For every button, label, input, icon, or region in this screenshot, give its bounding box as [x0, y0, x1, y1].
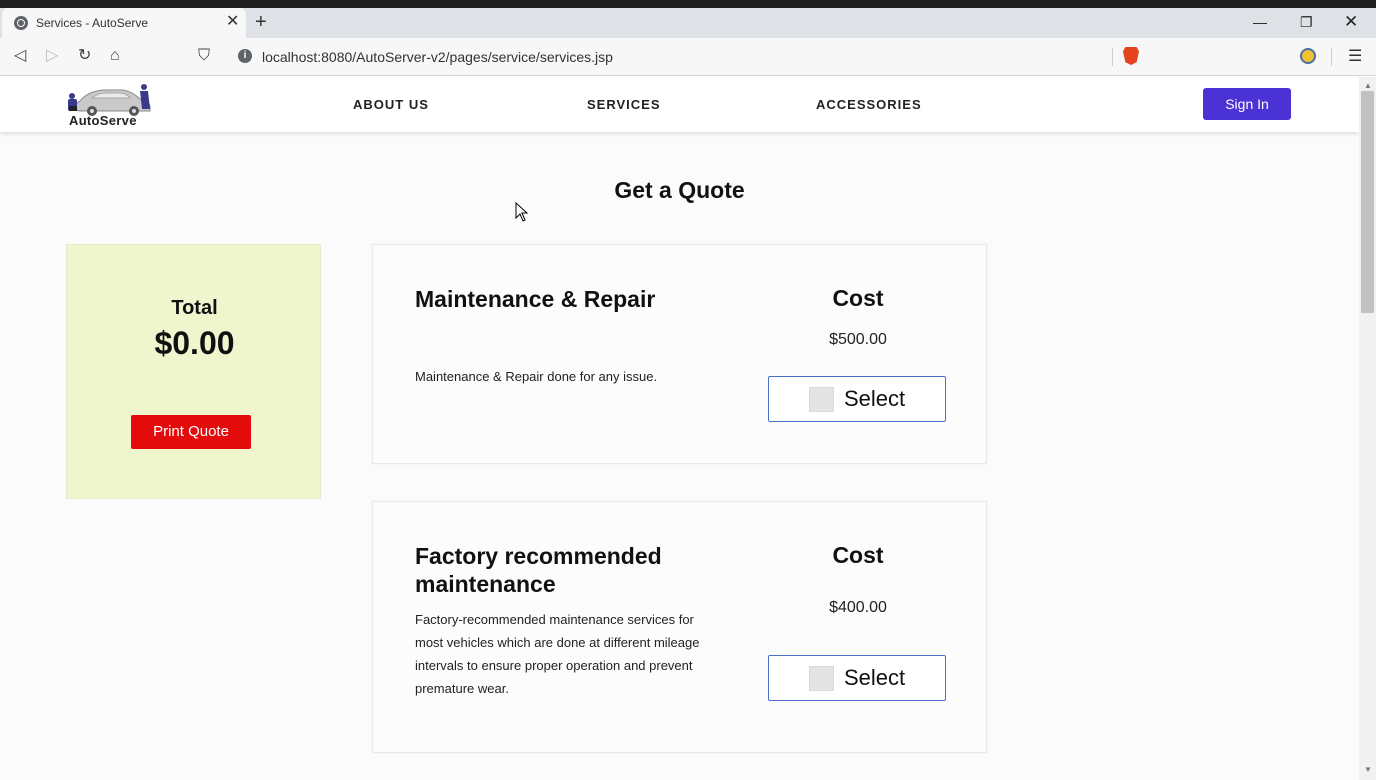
cost-value: $400.00 — [829, 599, 887, 616]
nav-link-about-us[interactable]: ABOUT US — [353, 97, 429, 112]
select-checkbox[interactable] — [809, 666, 834, 691]
mouse-cursor-icon — [515, 202, 529, 222]
scroll-down-icon[interactable]: ▼ — [1364, 765, 1372, 774]
select-label: Select — [844, 665, 906, 690]
divider — [1112, 48, 1113, 66]
service-card: Maintenance & Repair Maintenance & Repai… — [372, 244, 987, 464]
service-name: Maintenance & Repair — [415, 286, 656, 312]
close-tab-icon[interactable]: ✕ — [226, 13, 239, 31]
restore-icon[interactable]: ❐ — [1300, 13, 1313, 31]
page-content: AutoServe ABOUT US SERVICES ACCESSORIES … — [0, 77, 1359, 780]
bookmark-icon[interactable]: ⛉ — [198, 47, 210, 65]
select-label: Select — [844, 386, 906, 411]
total-value: $0.00 — [154, 325, 235, 361]
quote-total-panel: Total $0.00 Print Quote — [66, 244, 321, 499]
cost-value: $500.00 — [829, 331, 887, 348]
minimize-icon[interactable]: — — [1253, 13, 1267, 31]
window-frame — [0, 0, 1376, 8]
back-icon[interactable]: ◁ — [14, 47, 26, 65]
service-name: Factory recommended maintenance — [415, 543, 662, 597]
select-service-button[interactable]: Select — [768, 376, 946, 422]
service-description: Factory-recommended maintenance services… — [415, 612, 700, 696]
address-bar[interactable]: localhost:8080/AutoServer-v2/pages/servi… — [262, 49, 613, 65]
total-label: Total — [171, 297, 218, 319]
select-checkbox[interactable] — [809, 387, 834, 412]
sign-in-button[interactable]: Sign In — [1203, 88, 1291, 120]
scrollbar-thumb[interactable] — [1361, 91, 1374, 313]
vertical-scrollbar[interactable]: ▲ ▼ — [1359, 77, 1376, 780]
nav-link-services[interactable]: SERVICES — [587, 97, 661, 112]
cost-label: Cost — [832, 285, 884, 311]
extension-icon[interactable] — [1300, 48, 1316, 64]
menu-icon[interactable]: ☰ — [1348, 46, 1362, 66]
logo-text[interactable]: AutoServe — [69, 113, 137, 128]
forward-icon[interactable]: ▷ — [46, 47, 58, 65]
site-navbar: AutoServe ABOUT US SERVICES ACCESSORIES … — [0, 77, 1359, 132]
site-info-icon[interactable]: i — [238, 49, 252, 63]
cost-label: Cost — [832, 542, 884, 568]
scroll-up-icon[interactable]: ▲ — [1364, 81, 1372, 90]
divider — [1331, 48, 1332, 66]
new-tab-icon[interactable]: + — [255, 11, 267, 33]
brave-shield-icon[interactable] — [1123, 47, 1139, 65]
home-icon[interactable]: ⌂ — [110, 47, 120, 65]
service-description: Maintenance & Repair done for any issue. — [415, 369, 658, 384]
tab-title: Services - AutoServe — [36, 16, 149, 30]
nav-link-accessories[interactable]: ACCESSORIES — [816, 97, 922, 112]
select-service-button[interactable]: Select — [768, 655, 946, 701]
browser-toolbar: ◁ ▷ ↻ ⌂ ⛉ i localhost:8080/AutoServer-v2… — [0, 38, 1376, 76]
print-quote-button[interactable]: Print Quote — [131, 415, 251, 449]
page-title: Get a Quote — [614, 177, 745, 203]
tab-bar: Services - AutoServe ✕ + — ❐ ✕ — [0, 8, 1376, 38]
globe-icon — [14, 16, 28, 30]
close-window-icon[interactable]: ✕ — [1344, 13, 1358, 31]
reload-icon[interactable]: ↻ — [78, 47, 91, 65]
service-card: Factory recommended maintenance Factory-… — [372, 501, 987, 753]
browser-tab[interactable]: Services - AutoServe ✕ — [2, 8, 246, 38]
